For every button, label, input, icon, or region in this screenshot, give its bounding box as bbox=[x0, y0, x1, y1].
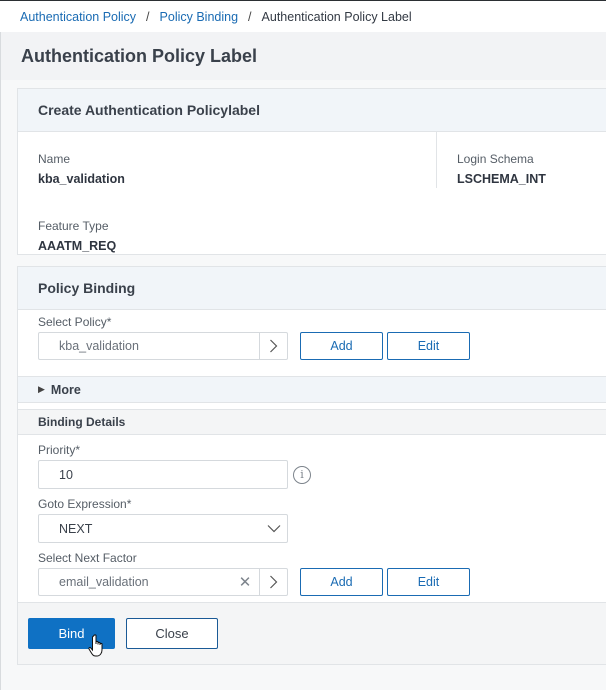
feature-type-label: Feature Type bbox=[38, 219, 109, 233]
caret-right-icon: ▶ bbox=[38, 384, 45, 394]
edit-policy-button[interactable]: Edit bbox=[387, 332, 470, 360]
select-policy-value: kba_validation bbox=[59, 339, 139, 353]
breadcrumb-current: Authentication Policy Label bbox=[261, 9, 412, 24]
breadcrumb-separator: / bbox=[248, 9, 252, 24]
name-field: Name kba_validation bbox=[38, 152, 125, 186]
next-factor-input[interactable]: email_validation ✕ bbox=[38, 568, 288, 596]
form-footer: Bind Close bbox=[18, 602, 606, 664]
bind-label: Bind bbox=[58, 626, 85, 641]
panel-title: Policy Binding bbox=[18, 267, 606, 310]
next-factor-label: Select Next Factor bbox=[38, 551, 137, 565]
priority-label: Priority* bbox=[38, 443, 81, 457]
more-toggle[interactable]: ▶ More bbox=[18, 376, 606, 403]
name-value: kba_validation bbox=[38, 172, 125, 186]
goto-expression-label: Goto Expression* bbox=[38, 497, 132, 511]
column-divider bbox=[436, 132, 437, 188]
create-policylabel-panel: Create Authentication Policylabel Name k… bbox=[17, 88, 606, 255]
goto-expression-select[interactable]: NEXT bbox=[38, 514, 288, 543]
page-title: Authentication Policy Label bbox=[21, 45, 258, 66]
add-policy-button[interactable]: Add bbox=[300, 332, 383, 360]
hand-cursor-icon bbox=[88, 634, 103, 657]
priority-input[interactable]: 10 bbox=[38, 460, 288, 489]
login-schema-label: Login Schema bbox=[457, 152, 534, 166]
goto-expression-value: NEXT bbox=[59, 521, 93, 536]
select-policy-section: Select Policy* kba_validation Add Edit bbox=[18, 310, 606, 360]
breadcrumb-authentication-policy[interactable]: Authentication Policy bbox=[20, 10, 136, 24]
login-schema-field: Login Schema LSCHEMA_INT bbox=[457, 152, 546, 186]
name-label: Name bbox=[38, 152, 71, 166]
chevron-right-icon[interactable] bbox=[259, 333, 287, 359]
panel-title: Create Authentication Policylabel bbox=[18, 89, 606, 132]
select-policy-label: Select Policy* bbox=[38, 315, 112, 329]
info-icon[interactable]: i bbox=[293, 465, 311, 484]
breadcrumb-policy-binding[interactable]: Policy Binding bbox=[160, 10, 239, 24]
breadcrumb-separator: / bbox=[146, 9, 150, 24]
edit-next-factor-button[interactable]: Edit bbox=[387, 568, 470, 596]
binding-details-section: Priority* 10 i Goto Expression* NEXT Sel… bbox=[18, 435, 606, 602]
content-area: Create Authentication Policylabel Name k… bbox=[0, 80, 606, 690]
add-next-factor-button[interactable]: Add bbox=[300, 568, 383, 596]
policy-binding-panel: Policy Binding Select Policy* kba_valida… bbox=[17, 266, 606, 665]
binding-details-header: Binding Details bbox=[18, 409, 606, 435]
close-button[interactable]: Close bbox=[126, 618, 218, 649]
login-schema-value: LSCHEMA_INT bbox=[457, 172, 546, 186]
chevron-right-icon[interactable] bbox=[259, 569, 287, 595]
feature-type-field: Feature Type AAATM_REQ bbox=[38, 219, 116, 253]
feature-type-value: AAATM_REQ bbox=[38, 239, 117, 253]
next-factor-value: email_validation bbox=[59, 575, 149, 589]
breadcrumb: Authentication Policy / Policy Binding /… bbox=[0, 0, 606, 32]
clear-icon[interactable]: ✕ bbox=[231, 573, 259, 591]
policylabel-info: Name kba_validation Login Schema LSCHEMA… bbox=[18, 132, 606, 254]
select-policy-input[interactable]: kba_validation bbox=[38, 332, 288, 360]
chevron-down-icon bbox=[267, 525, 281, 533]
more-label: More bbox=[50, 382, 81, 397]
bind-button[interactable]: Bind bbox=[28, 618, 115, 657]
page-header: Authentication Policy Label bbox=[0, 32, 606, 80]
